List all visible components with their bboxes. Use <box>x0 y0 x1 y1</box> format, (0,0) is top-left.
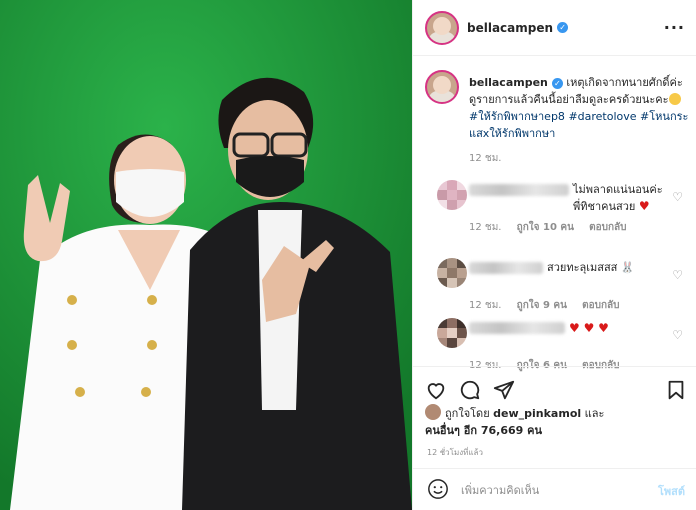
liked-by-and: และ <box>584 407 605 420</box>
bookmark-icon[interactable] <box>665 379 687 401</box>
heart-emoji-icon: ♥ ♥ ♥ <box>569 321 609 335</box>
heart-emoji-icon: ♥ <box>638 199 650 213</box>
liker-avatar[interactable] <box>425 404 441 420</box>
reply-button[interactable]: ตอบกลับ <box>582 300 619 311</box>
bunny-emoji-icon: 🐰 <box>620 261 635 274</box>
commenter-name-redacted[interactable] <box>469 322 565 334</box>
share-icon[interactable] <box>493 379 515 401</box>
comment-input[interactable] <box>461 481 641 499</box>
heart-icon[interactable] <box>425 379 447 401</box>
add-comment-bar: โพสต์ <box>413 468 696 510</box>
caption-avatar[interactable] <box>425 70 459 104</box>
comment-time: 12 ชม. <box>469 222 502 233</box>
reply-button[interactable]: ตอบกลับ <box>589 222 626 233</box>
smiley-emoji-icon <box>668 93 681 105</box>
caption-body: bellacampen ✓ เหตุเกิดจากทนายศักดิ์ค่ะ ดู… <box>469 74 689 142</box>
comment-item: ไม่พลาดแน่นอนค่ะพี่ทิชาคนสวย ♥ 12 ชม. ถู… <box>425 180 687 240</box>
comment-likes[interactable]: ถูกใจ 9 คน <box>517 300 567 311</box>
post-photo[interactable] <box>0 0 412 510</box>
comment-time: 12 ชม. <box>469 300 502 311</box>
heart-icon[interactable]: ♡ <box>672 268 683 282</box>
comment-body: สวยทะลุเมสสส 🐰 <box>547 260 677 276</box>
commenter-avatar[interactable] <box>437 180 467 210</box>
comment-body: ไม่พลาดแน่นอนค่ะพี่ทิชาคนสวย ♥ <box>573 182 669 215</box>
heart-icon[interactable]: ♡ <box>672 328 683 342</box>
verified-badge-icon: ✓ <box>557 22 569 33</box>
commenter-avatar[interactable] <box>437 318 467 348</box>
commenter-name-redacted[interactable] <box>469 184 569 196</box>
comment-text: สวยทะลุเมสสส <box>547 261 618 274</box>
hashtag-link[interactable]: #ให้รักพิพากษาep8 <box>469 110 565 123</box>
hashtag-link[interactable]: #daretolove <box>568 110 636 123</box>
post-comment-button[interactable]: โพสต์ <box>658 482 685 500</box>
author-username[interactable]: bellacampen <box>467 21 553 35</box>
liked-by-prefix: ถูกใจโดย <box>445 407 490 420</box>
comment-body: ♥ ♥ ♥ <box>569 320 669 337</box>
commenter-name-redacted[interactable] <box>469 262 543 274</box>
caption-time: 12 ชม. <box>469 153 502 164</box>
comment-likes[interactable]: ถูกใจ 10 คน <box>517 222 574 233</box>
commenter-avatar[interactable] <box>437 258 467 288</box>
post-header: bellacampen ✓ ··· <box>413 0 696 56</box>
post-timestamp[interactable]: 12 ชั่วโมงที่แล้ว <box>427 446 483 459</box>
caption-username[interactable]: bellacampen <box>469 76 548 89</box>
verified-badge-icon: ✓ <box>551 77 563 89</box>
author-avatar[interactable] <box>425 10 459 45</box>
photo-illustration <box>0 0 412 510</box>
comment-meta: 12 ชม. ถูกใจ 9 คน ตอบกลับ <box>469 298 632 313</box>
liked-by-others[interactable]: คนอื่นๆ อีก 76,669 คน <box>425 424 542 437</box>
likes-summary: ถูกใจโดย dew_pinkamol และ คนอื่นๆ อีก 76… <box>425 404 687 439</box>
liked-by-user[interactable]: dew_pinkamol <box>493 407 581 420</box>
emoji-icon[interactable] <box>427 478 449 500</box>
more-options-icon[interactable]: ··· <box>664 18 685 37</box>
comment-meta: 12 ชม. ถูกใจ 10 คน ตอบกลับ <box>469 220 639 235</box>
comment-item: สวยทะลุเมสสส 🐰 12 ชม. ถูกใจ 9 คน ตอบกลับ… <box>425 258 687 318</box>
heart-icon[interactable]: ♡ <box>672 190 683 204</box>
comment-icon[interactable] <box>459 379 481 401</box>
post-side-panel: bellacampen ✓ ··· bellacampen ✓ เหตุเกิดจ… <box>412 0 696 510</box>
